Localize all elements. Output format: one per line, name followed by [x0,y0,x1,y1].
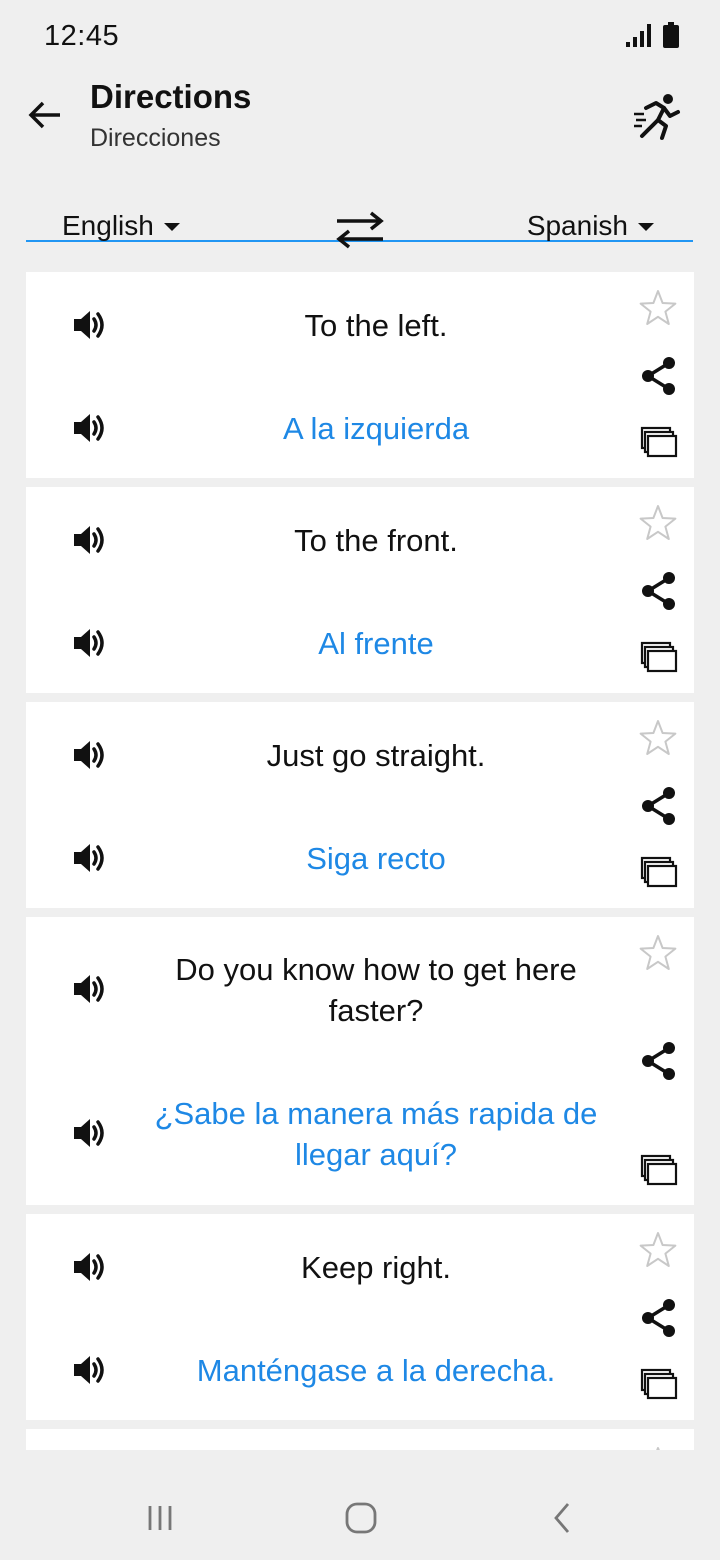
phrase-card: Keep right. Manténgase a la derecha. [26,1214,694,1420]
speaker-icon[interactable] [70,969,110,1009]
speaker-icon[interactable] [70,305,110,345]
star-outline-icon[interactable] [638,1230,678,1270]
phrase-card: To the front. Al frente [26,487,694,693]
star-outline-icon[interactable] [638,933,678,973]
speaker-icon[interactable] [70,520,110,560]
star-outline-icon[interactable] [638,503,678,543]
battery-icon [663,22,679,48]
phrase-english: Just go straight. [266,738,486,773]
app-bar: Directions Direcciones [0,76,720,242]
share-icon[interactable] [640,356,678,396]
target-language-dropdown[interactable]: Spanish [527,210,654,242]
status-bar: 12:45 [0,0,720,76]
language-selector-row: English Spanish [0,196,720,264]
phrase-spanish: Siga recto [306,841,446,876]
phrase-card: Just go straight. Siga recto [26,702,694,908]
copy-icon[interactable] [640,856,678,888]
phrase-card: Do you know how to get here faster? ¿Sab… [26,917,694,1205]
source-language-dropdown[interactable]: English [62,210,180,242]
speaker-icon[interactable] [70,735,110,775]
status-icons [624,22,680,48]
share-icon[interactable] [640,786,678,826]
swap-arrows-icon[interactable] [333,210,387,250]
phrase-english: To the left. [304,308,448,343]
phrase-english: To the front. [294,523,458,558]
star-outline-icon[interactable] [638,288,678,328]
copy-icon[interactable] [640,641,678,673]
source-language-label: English [62,210,154,241]
signal-icon [626,24,651,47]
phrase-english: Do you know how to get here faster? [175,952,577,1028]
share-icon[interactable] [640,1298,678,1338]
speaker-icon[interactable] [70,1247,110,1287]
speaker-icon[interactable] [70,1113,110,1153]
copy-icon[interactable] [640,1154,678,1186]
recent-apps-icon[interactable] [146,1500,174,1536]
speaker-icon[interactable] [70,623,110,663]
status-time: 12:45 [44,20,120,52]
phrase-spanish: Manténgase a la derecha. [196,1353,556,1388]
star-outline-icon[interactable] [638,718,678,758]
copy-icon[interactable] [640,1368,678,1400]
phrase-spanish: Al frente [318,626,434,661]
speaker-icon[interactable] [70,838,110,878]
share-icon[interactable] [640,1041,678,1081]
page-subtitle: Direcciones [90,124,221,152]
target-language-label: Spanish [526,210,628,241]
phrase-spanish: A la izquierda [282,411,470,446]
home-icon[interactable] [344,1500,378,1536]
page-title: Directions [90,78,252,115]
phrase-spanish: ¿Sabe la manera más rapida de llegar aqu… [154,1096,598,1172]
caret-down-icon [163,223,180,231]
star-outline-icon[interactable] [638,1445,678,1450]
back-nav-icon[interactable] [550,1500,576,1536]
caret-down-icon [638,223,654,231]
phrase-list[interactable]: To the left. A la izquierda To the front… [26,272,694,1450]
running-person-icon[interactable] [632,92,682,142]
share-icon[interactable] [640,571,678,611]
speaker-icon[interactable] [70,1350,110,1390]
arrow-left-icon[interactable] [26,96,64,134]
copy-icon[interactable] [640,426,678,458]
phrase-card [26,1429,694,1450]
system-navigation-bar [0,1476,720,1560]
speaker-icon[interactable] [70,408,110,448]
phrase-english: Keep right. [301,1250,451,1285]
phrase-card: To the left. A la izquierda [26,272,694,478]
